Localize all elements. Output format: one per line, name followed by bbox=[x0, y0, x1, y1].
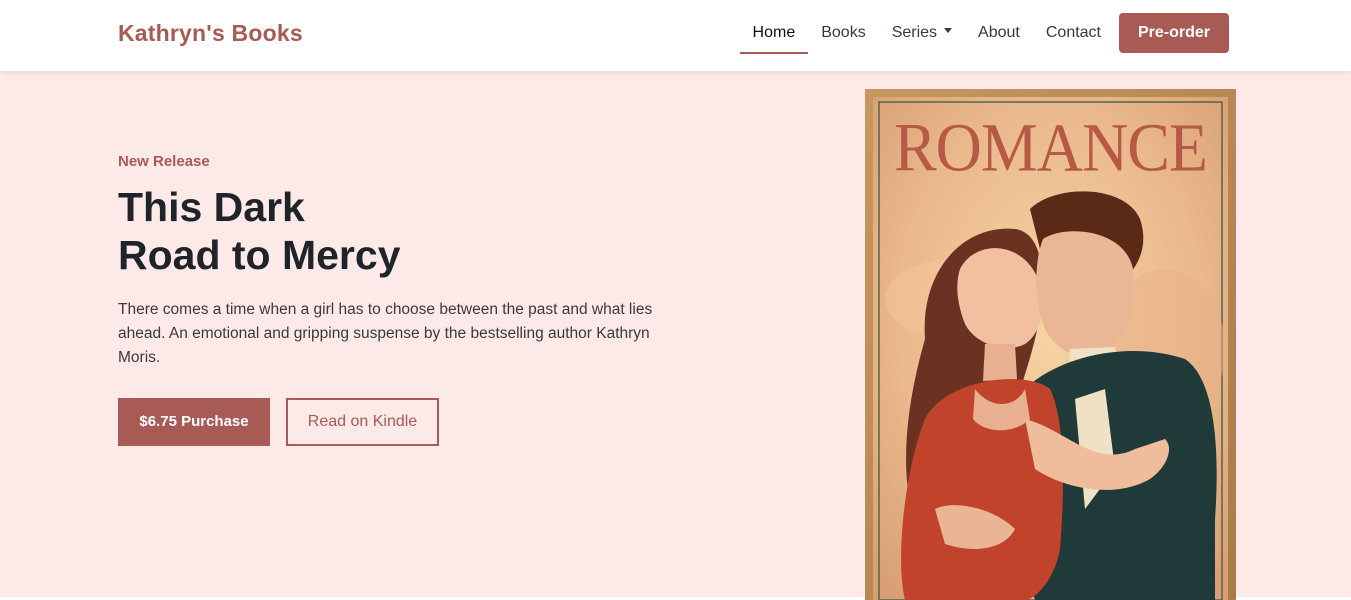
cover-title-text: ROMANCE bbox=[893, 109, 1208, 186]
navbar: Kathryn's Books Home Books Series About … bbox=[0, 0, 1351, 71]
nav-contact[interactable]: Contact bbox=[1033, 13, 1114, 53]
brand-logo[interactable]: Kathryn's Books bbox=[118, 20, 303, 47]
nav-books[interactable]: Books bbox=[808, 13, 878, 53]
nav-about[interactable]: About bbox=[965, 13, 1033, 53]
nav-series-label: Series bbox=[891, 24, 938, 41]
book-title: This Dark Road to Mercy bbox=[118, 183, 538, 279]
book-description: There comes a time when a girl has to ch… bbox=[118, 301, 653, 366]
book-title-line-1: This Dark bbox=[118, 184, 305, 230]
nav-home[interactable]: Home bbox=[739, 13, 809, 54]
new-release-label: New Release bbox=[118, 153, 210, 170]
preorder-button[interactable]: Pre-order bbox=[1119, 13, 1229, 53]
book-cover-image: ROMANCE bbox=[865, 89, 1236, 600]
book-title-line-2: Road to Mercy bbox=[118, 232, 401, 278]
caret-down-icon bbox=[944, 28, 953, 34]
main-nav: Home Books Series About Contact Pre-orde… bbox=[739, 13, 1229, 54]
read-on-kindle-button[interactable]: Read on Kindle bbox=[286, 398, 439, 446]
nav-series[interactable]: Series bbox=[879, 13, 965, 53]
purchase-button[interactable]: $6.75 Purchase bbox=[118, 398, 270, 446]
